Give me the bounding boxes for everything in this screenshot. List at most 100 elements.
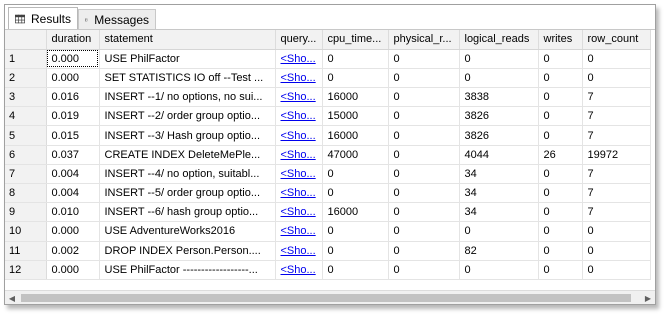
table-row[interactable]: 1 0.000 USE PhilFactor <Sho... 0 0 0 0 0 (5, 49, 651, 69)
horizontal-scrollbar[interactable]: ◀ ▶ (5, 290, 655, 304)
writes-cell[interactable]: 0 (538, 49, 583, 69)
cpu-time-cell[interactable]: 15000 (322, 106, 389, 127)
query-plan-link[interactable]: <Sho... (275, 87, 323, 108)
query-plan-link[interactable]: <Sho... (275, 241, 323, 261)
row-count-cell[interactable]: 19972 (582, 145, 651, 165)
duration-cell[interactable]: 0.015 (46, 125, 100, 146)
writes-cell[interactable]: 0 (538, 106, 583, 127)
physical-reads-cell[interactable]: 0 (388, 87, 460, 108)
table-row[interactable]: 3 0.016 INSERT --1/ no options, no sui... <… (5, 87, 651, 108)
cpu-time-cell[interactable]: 0 (322, 260, 389, 280)
table-row[interactable]: 11 0.002 DROP INDEX Person.Person.... <Sho.… (5, 241, 651, 261)
row-count-cell[interactable]: 7 (582, 106, 651, 127)
physical-reads-cell[interactable]: 0 (388, 106, 460, 127)
grid-corner[interactable] (5, 30, 47, 50)
query-plan-link[interactable]: <Sho... (275, 183, 323, 204)
writes-cell[interactable]: 0 (538, 183, 583, 204)
physical-reads-cell[interactable]: 0 (388, 183, 460, 204)
row-number[interactable]: 1 (5, 49, 47, 69)
physical-reads-cell[interactable]: 0 (388, 145, 460, 165)
duration-cell[interactable]: 0.019 (46, 106, 100, 127)
statement-cell[interactable]: CREATE INDEX DeleteMePle... (99, 145, 276, 165)
column-header-logical-reads[interactable]: logical_reads (459, 30, 539, 50)
logical-reads-cell[interactable]: 0 (459, 49, 539, 69)
logical-reads-cell[interactable]: 34 (459, 164, 539, 185)
column-header-row-count[interactable]: row_count (582, 30, 651, 50)
column-header-statement[interactable]: statement (99, 30, 276, 50)
writes-cell[interactable]: 26 (538, 145, 583, 165)
table-row[interactable]: 4 0.019 INSERT --2/ order group optio... <S… (5, 106, 651, 127)
cpu-time-cell[interactable]: 47000 (322, 145, 389, 165)
physical-reads-cell[interactable]: 0 (388, 68, 460, 89)
query-plan-link[interactable]: <Sho... (275, 202, 323, 223)
cpu-time-cell[interactable]: 0 (322, 164, 389, 185)
logical-reads-cell[interactable]: 34 (459, 183, 539, 204)
row-count-cell[interactable]: 0 (582, 241, 651, 261)
statement-cell[interactable]: INSERT --3/ Hash group optio... (99, 125, 276, 146)
physical-reads-cell[interactable]: 0 (388, 221, 460, 242)
column-header-duration[interactable]: duration (46, 30, 100, 50)
cpu-time-cell[interactable]: 0 (322, 49, 389, 69)
statement-cell[interactable]: INSERT --2/ order group optio... (99, 106, 276, 127)
logical-reads-cell[interactable]: 0 (459, 221, 539, 242)
cpu-time-cell[interactable]: 0 (322, 221, 389, 242)
row-count-cell[interactable]: 0 (582, 49, 651, 69)
row-count-cell[interactable]: 7 (582, 202, 651, 223)
query-plan-link[interactable]: <Sho... (275, 125, 323, 146)
query-plan-link[interactable]: <Sho... (275, 68, 323, 89)
cpu-time-cell[interactable]: 0 (322, 68, 389, 89)
table-row[interactable]: 12 0.000 USE PhilFactor ------------------… (5, 260, 651, 280)
row-number[interactable]: 8 (5, 183, 47, 204)
query-plan-link[interactable]: <Sho... (275, 106, 323, 127)
logical-reads-cell[interactable]: 0 (459, 68, 539, 89)
row-count-cell[interactable]: 0 (582, 221, 651, 242)
writes-cell[interactable]: 0 (538, 260, 583, 280)
query-plan-link[interactable]: <Sho... (275, 145, 323, 165)
query-plan-link[interactable]: <Sho... (275, 221, 323, 242)
writes-cell[interactable]: 0 (538, 125, 583, 146)
column-header-physical-reads[interactable]: physical_r... (388, 30, 460, 50)
row-number[interactable]: 6 (5, 145, 47, 165)
physical-reads-cell[interactable]: 0 (388, 202, 460, 223)
statement-cell[interactable]: INSERT --6/ hash group optio... (99, 202, 276, 223)
row-count-cell[interactable]: 7 (582, 164, 651, 185)
table-row[interactable]: 8 0.004 INSERT --5/ order group optio... <S… (5, 183, 651, 204)
scroll-left-icon[interactable]: ◀ (5, 291, 19, 305)
writes-cell[interactable]: 0 (538, 87, 583, 108)
statement-cell[interactable]: USE AdventureWorks2016 (99, 221, 276, 242)
logical-reads-cell[interactable]: 0 (459, 260, 539, 280)
column-header-cpu-time[interactable]: cpu_time... (322, 30, 389, 50)
physical-reads-cell[interactable]: 0 (388, 125, 460, 146)
table-row[interactable]: 2 0.000 SET STATISTICS IO off --Test ... <S… (5, 68, 651, 89)
row-number[interactable]: 10 (5, 221, 47, 242)
statement-cell[interactable]: INSERT --4/ no option, suitabl... (99, 164, 276, 185)
duration-cell[interactable]: 0.000 (46, 49, 100, 69)
duration-cell[interactable]: 0.000 (46, 221, 100, 242)
logical-reads-cell[interactable]: 3826 (459, 125, 539, 146)
cpu-time-cell[interactable]: 16000 (322, 125, 389, 146)
table-row[interactable]: 5 0.015 INSERT --3/ Hash group optio... <Sh… (5, 125, 651, 146)
physical-reads-cell[interactable]: 0 (388, 49, 460, 69)
duration-cell[interactable]: 0.002 (46, 241, 100, 261)
cpu-time-cell[interactable]: 16000 (322, 87, 389, 108)
writes-cell[interactable]: 0 (538, 68, 583, 89)
query-plan-link[interactable]: <Sho... (275, 164, 323, 185)
table-row[interactable]: 10 0.000 USE AdventureWorks2016 <Sho... 0 0 0 0… (5, 221, 651, 242)
table-row[interactable]: 7 0.004 INSERT --4/ no option, suitabl... <… (5, 164, 651, 185)
duration-cell[interactable]: 0.000 (46, 68, 100, 89)
row-number[interactable]: 7 (5, 164, 47, 185)
row-number[interactable]: 4 (5, 106, 47, 127)
table-row[interactable]: 9 0.010 INSERT --6/ hash group optio... <Sh… (5, 202, 651, 223)
statement-cell[interactable]: USE PhilFactor ------------------... (99, 260, 276, 280)
column-header-writes[interactable]: writes (538, 30, 583, 50)
duration-cell[interactable]: 0.004 (46, 164, 100, 185)
row-count-cell[interactable]: 0 (582, 68, 651, 89)
query-plan-link[interactable]: <Sho... (275, 49, 323, 69)
duration-cell[interactable]: 0.016 (46, 87, 100, 108)
statement-cell[interactable]: INSERT --5/ order group optio... (99, 183, 276, 204)
duration-cell[interactable]: 0.000 (46, 260, 100, 280)
row-count-cell[interactable]: 7 (582, 87, 651, 108)
writes-cell[interactable]: 0 (538, 164, 583, 185)
row-count-cell[interactable]: 7 (582, 183, 651, 204)
writes-cell[interactable]: 0 (538, 241, 583, 261)
